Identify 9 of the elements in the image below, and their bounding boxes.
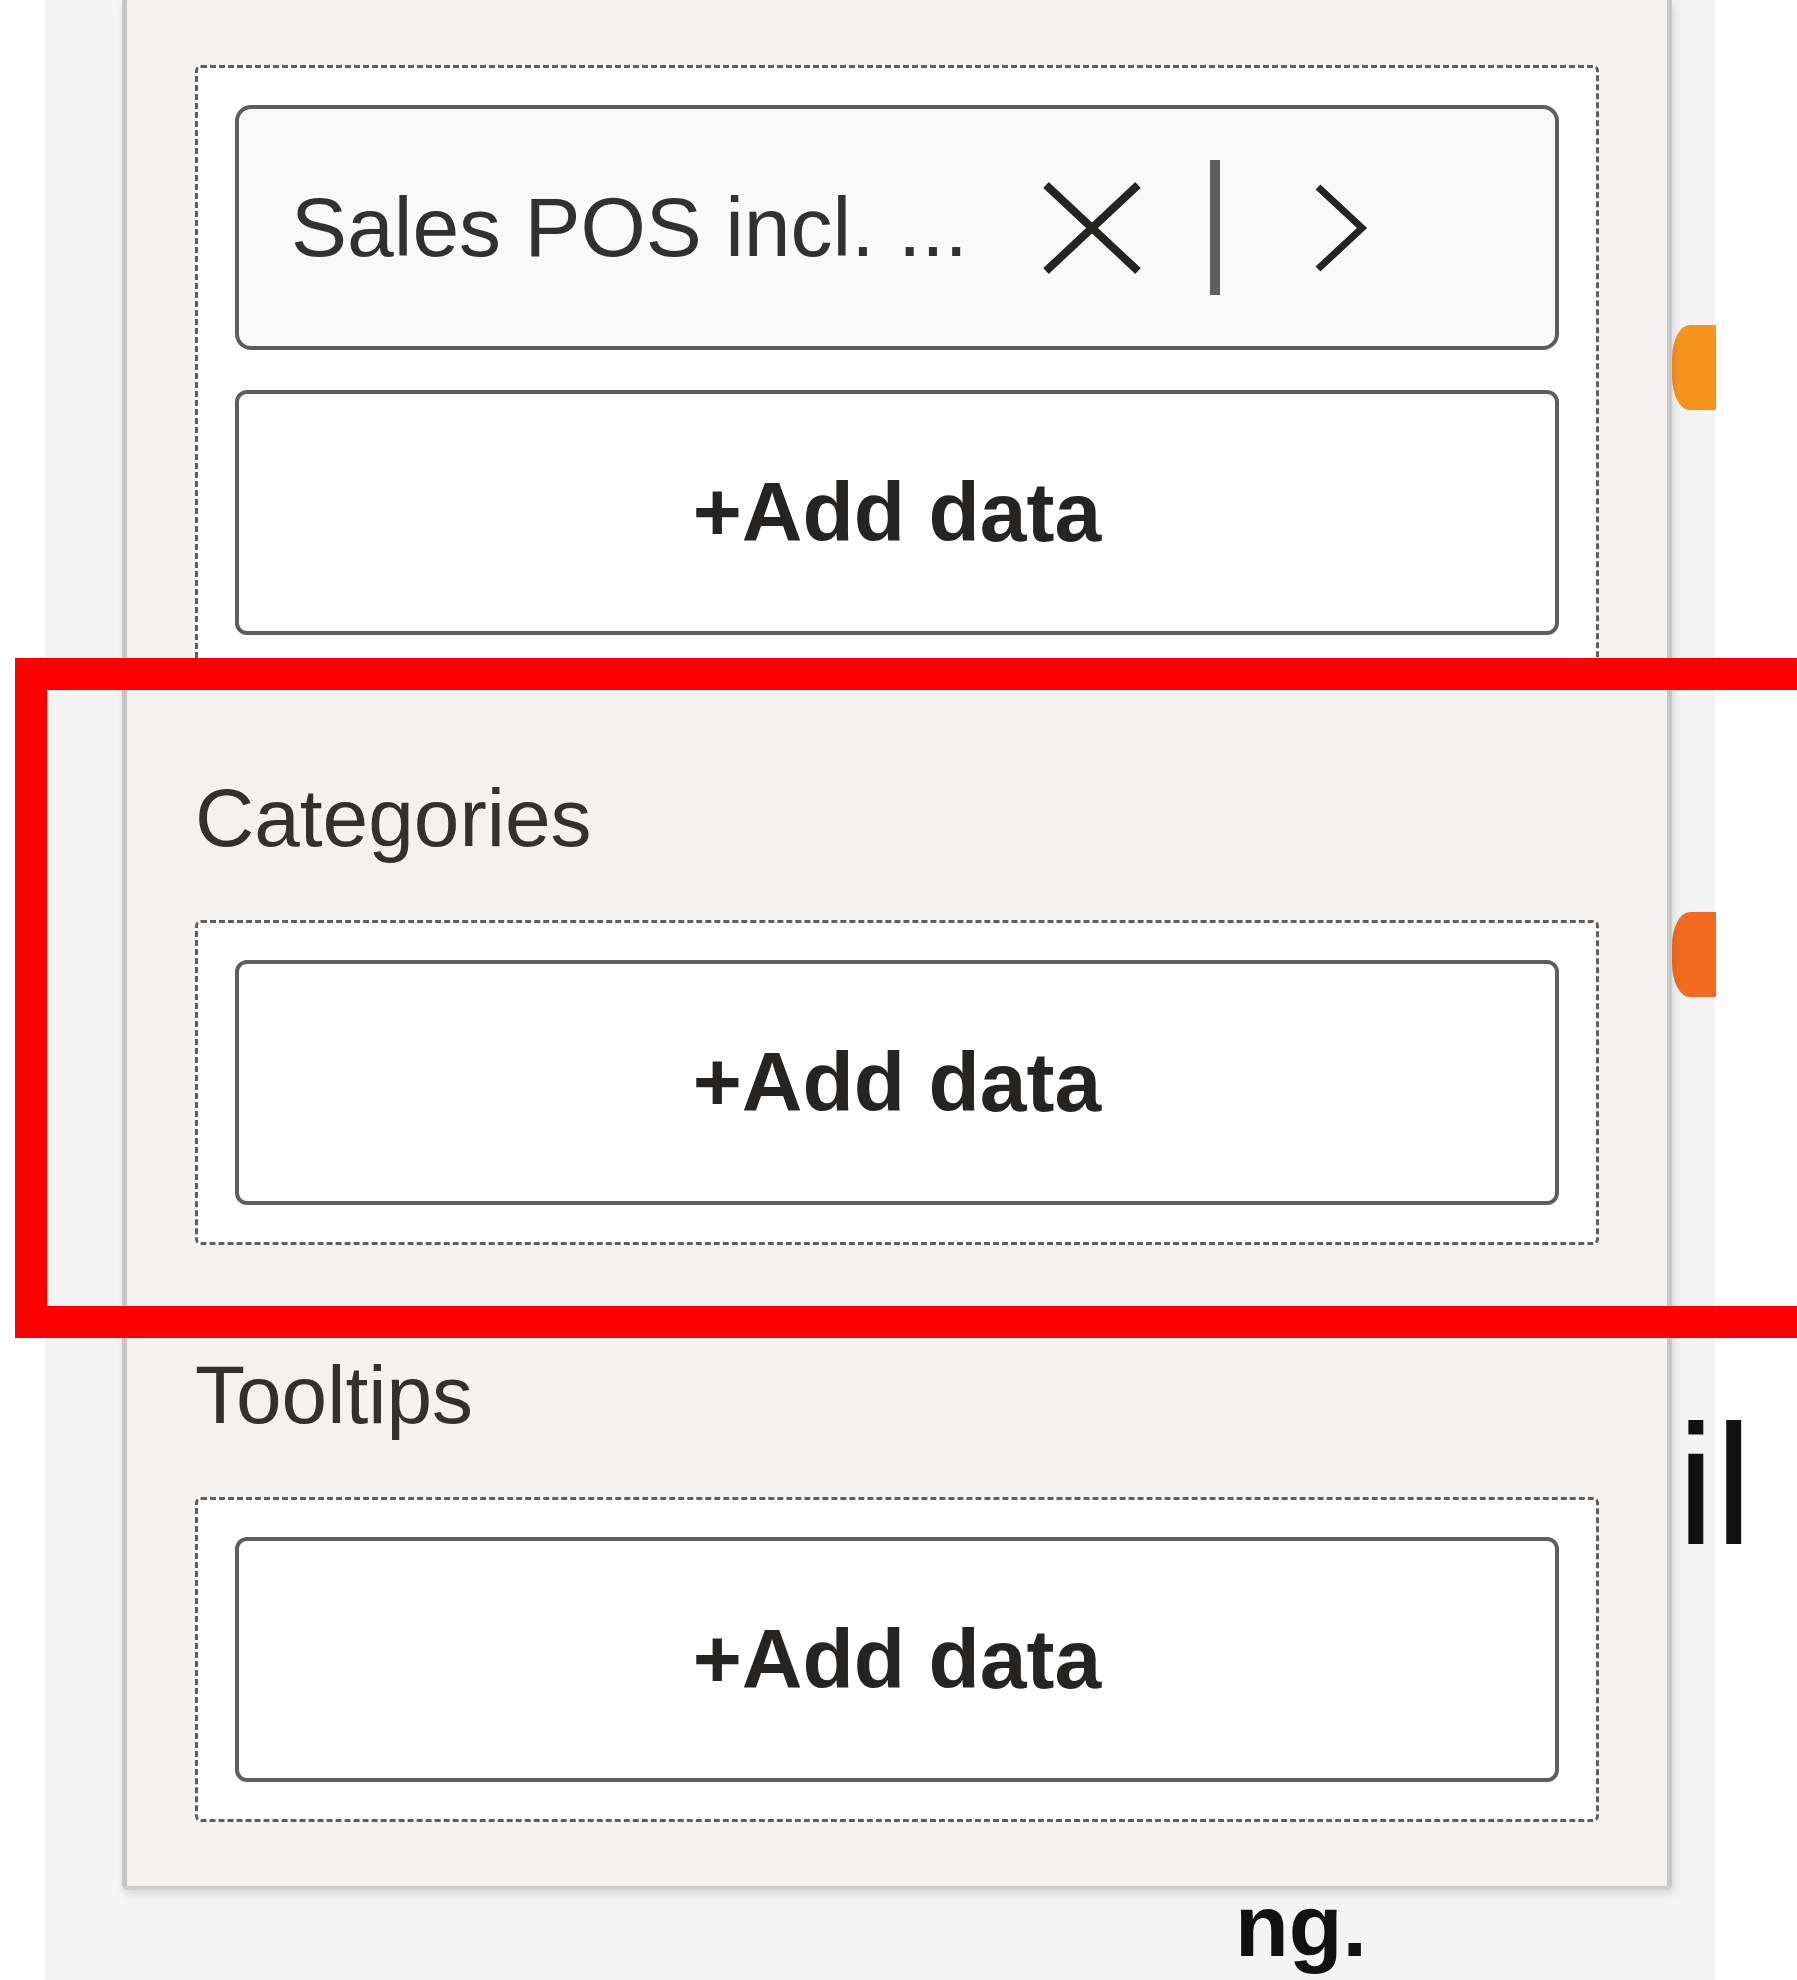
add-data-button[interactable]: +Add data (235, 960, 1559, 1205)
field-pill[interactable]: Sales POS incl. ... (235, 105, 1559, 350)
background-text: ng. (1235, 1876, 1367, 1976)
well-label: Categories (195, 771, 593, 865)
background-text: il (1677, 1400, 1753, 1570)
field-name: Sales POS incl. ... (291, 179, 968, 276)
add-data-button[interactable]: +Add data (235, 390, 1559, 635)
well-label: Tooltips (195, 1348, 475, 1442)
add-data-button[interactable]: +Add data (235, 1537, 1559, 1782)
